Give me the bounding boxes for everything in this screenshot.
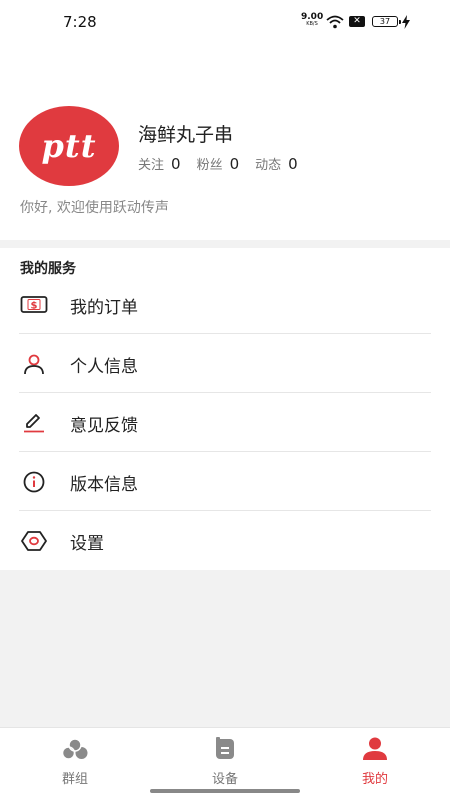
wifi-icon bbox=[326, 14, 344, 33]
tab-groups[interactable]: 群组 bbox=[30, 736, 120, 787]
info-circle-icon bbox=[20, 470, 48, 494]
tab-label: 群组 bbox=[61, 772, 88, 787]
stat-following[interactable]: 关注 0 bbox=[138, 154, 181, 174]
divider bbox=[19, 392, 431, 393]
menu-item-orders[interactable]: $ 我的订单 bbox=[0, 276, 450, 334]
network-speed-unit: KB/S bbox=[306, 21, 318, 27]
status-time: 7:28 bbox=[63, 13, 97, 31]
device-icon bbox=[180, 736, 270, 762]
avatar[interactable]: ptt bbox=[19, 106, 119, 186]
services-section: 我的服务 $ 我的订单 个人信息 意见反馈 版本信息 设置 bbox=[0, 248, 450, 570]
me-icon bbox=[330, 736, 420, 762]
tab-me[interactable]: 我的 bbox=[330, 736, 420, 787]
pencil-feedback-icon bbox=[20, 411, 48, 435]
stat-followers[interactable]: 粉丝 0 bbox=[196, 154, 240, 174]
home-indicator[interactable] bbox=[150, 789, 300, 793]
avatar-logo-text: ptt bbox=[41, 127, 97, 165]
group-icon bbox=[30, 736, 120, 762]
profile-header: 7:28 9.00 KB/S ✕ 37 ptt 海鲜丸子串 关注 0 粉丝 0 bbox=[0, 0, 450, 240]
status-bar: 7:28 9.00 KB/S ✕ 37 bbox=[0, 0, 450, 44]
charging-icon bbox=[402, 14, 410, 33]
username: 海鲜丸子串 bbox=[138, 124, 234, 146]
menu-label: 设置 bbox=[70, 533, 104, 554]
divider bbox=[19, 451, 431, 452]
menu-item-settings[interactable]: 设置 bbox=[0, 512, 450, 570]
stat-label: 关注 bbox=[138, 158, 165, 173]
network-speed-value: 9.00 bbox=[301, 12, 324, 22]
services-title: 我的服务 bbox=[20, 261, 76, 277]
person-icon bbox=[20, 352, 48, 376]
stat-label: 粉丝 bbox=[196, 158, 223, 173]
settings-hexagon-icon bbox=[20, 529, 48, 553]
stat-posts[interactable]: 动态 0 bbox=[255, 154, 298, 174]
menu-label: 个人信息 bbox=[70, 356, 138, 377]
stat-value: 0 bbox=[288, 154, 298, 173]
menu-label: 我的订单 bbox=[70, 297, 138, 318]
greeting-text: 你好, 欢迎使用跃动传声 bbox=[20, 200, 169, 216]
network-speed: 9.00 KB/S bbox=[301, 12, 324, 28]
menu-item-personal-info[interactable]: 个人信息 bbox=[0, 335, 450, 393]
order-dollar-icon: $ bbox=[20, 293, 48, 317]
menu-label: 版本信息 bbox=[70, 474, 138, 495]
stat-label: 动态 bbox=[255, 158, 282, 173]
profile-stats: 关注 0 粉丝 0 动态 0 bbox=[138, 154, 314, 174]
divider bbox=[19, 333, 431, 334]
tab-label: 我的 bbox=[361, 772, 388, 787]
menu-label: 意见反馈 bbox=[70, 415, 138, 436]
tab-label: 设备 bbox=[211, 772, 238, 787]
menu-item-feedback[interactable]: 意见反馈 bbox=[0, 394, 450, 452]
tab-devices[interactable]: 设备 bbox=[180, 736, 270, 787]
menu-item-version-info[interactable]: 版本信息 bbox=[0, 453, 450, 511]
sim-off-icon: ✕ bbox=[349, 16, 365, 27]
stat-value: 0 bbox=[171, 154, 181, 173]
battery-icon: 37 bbox=[372, 16, 401, 27]
divider bbox=[19, 510, 431, 511]
svg-text:$: $ bbox=[31, 300, 38, 311]
stat-value: 0 bbox=[229, 154, 240, 173]
